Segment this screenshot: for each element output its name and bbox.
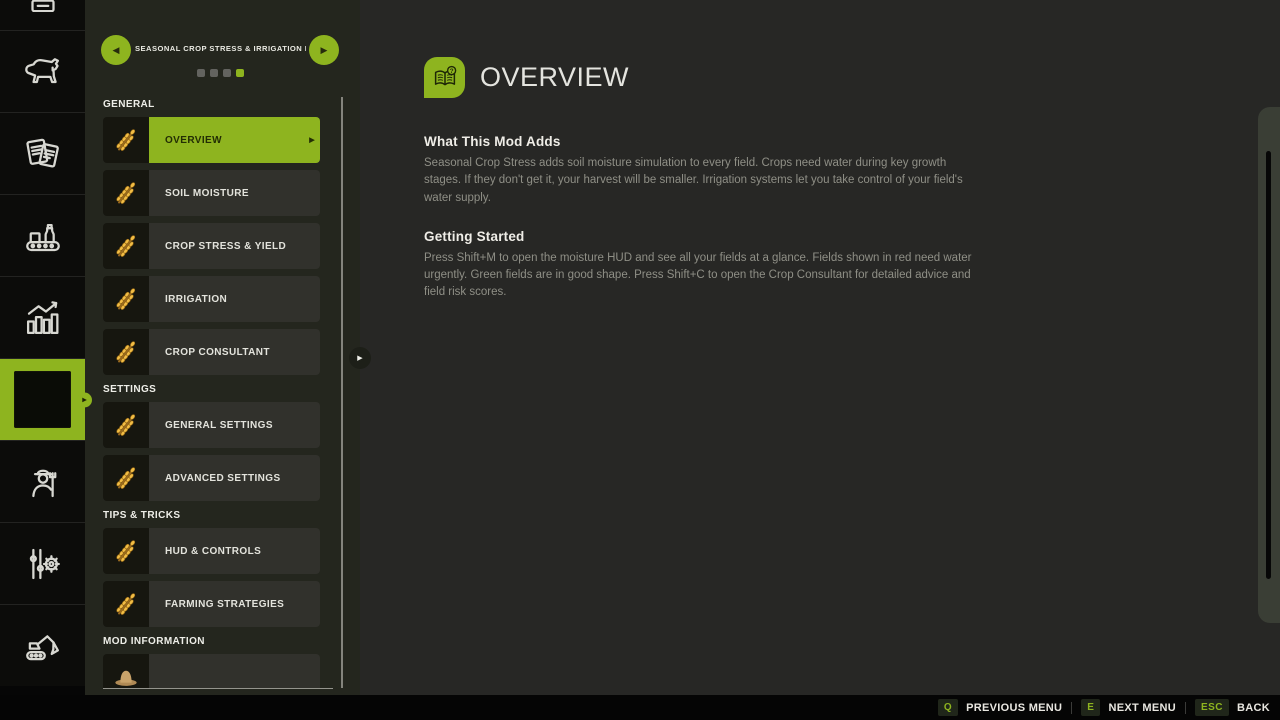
- wheat-icon: [103, 455, 149, 501]
- content-scrollbar[interactable]: [1258, 107, 1280, 623]
- key-badge: ESC: [1195, 699, 1229, 716]
- menu-section-label: SETTINGS: [103, 384, 320, 395]
- content-header: OVERVIEW: [424, 56, 989, 98]
- statistics-icon: [22, 297, 64, 339]
- menu-section-label: MOD INFORMATION: [103, 636, 320, 647]
- menu-item-crop-consultant[interactable]: CROP CONSULTANT: [103, 329, 320, 375]
- menu-item-irrigation[interactable]: IRRIGATION: [103, 276, 320, 322]
- menu-item-label: IRRIGATION: [165, 294, 227, 305]
- right-arrow-icon: ▶: [321, 45, 328, 56]
- section-body: Press Shift+M to open the moisture HUD a…: [424, 250, 982, 302]
- menu-item-soil-moisture[interactable]: SOIL MOISTURE: [103, 170, 320, 216]
- content-area: OVERVIEW What This Mod Adds Seasonal Crop…: [424, 56, 989, 302]
- wheat-icon: [103, 276, 149, 322]
- mod-menu-panel: ◀ SEASONAL CROP STRESS & IRRIGATION MA..…: [85, 0, 360, 695]
- key-badge: E: [1081, 699, 1100, 716]
- menu-item-advanced-settings[interactable]: ADVANCED SETTINGS: [103, 455, 320, 501]
- page-dot-1: [197, 69, 205, 77]
- sidebar-item-contracts[interactable]: [0, 112, 85, 194]
- sidebar-item-production[interactable]: [0, 194, 85, 276]
- menu-item-label: FARMING STRATEGIES: [165, 599, 284, 610]
- wheat-icon: [103, 329, 149, 375]
- content-section: Getting Started Press Shift+M to open the…: [424, 229, 989, 302]
- content-sections: What This Mod Adds Seasonal Crop Stress a…: [424, 134, 989, 302]
- selected-pointer-icon: ▶: [77, 392, 92, 407]
- hint-previous-menu: QPREVIOUS MENU: [938, 699, 1062, 716]
- page-dots: [85, 69, 356, 77]
- menu-item-label: OVERVIEW: [165, 135, 222, 146]
- page-dot-4: [236, 69, 244, 77]
- menu-item-mod-info[interactable]: [103, 654, 320, 688]
- production-icon: [22, 215, 64, 257]
- menu-item-farming-strategies[interactable]: FARMING STRATEGIES: [103, 581, 320, 627]
- menu-section-label: TIPS & TRICKS: [103, 510, 320, 521]
- previous-page-button[interactable]: ◀: [101, 35, 131, 65]
- menu-item-general-settings[interactable]: GENERAL SETTINGS: [103, 402, 320, 448]
- panel-expand-arrow-icon[interactable]: ▶: [349, 347, 371, 369]
- wheat-icon: [103, 117, 149, 163]
- sidebar-item-animals[interactable]: [0, 30, 85, 112]
- menu-scrollbar[interactable]: [341, 97, 343, 688]
- menu-item-label: CROP CONSULTANT: [165, 347, 270, 358]
- menu-item-crop-stress-yield[interactable]: CROP STRESS & YIELD: [103, 223, 320, 269]
- content-section: What This Mod Adds Seasonal Crop Stress a…: [424, 134, 989, 207]
- sidebar-item-career[interactable]: [0, 440, 85, 522]
- guide-book-icon: [424, 57, 465, 98]
- sidebar-item-construction[interactable]: [0, 604, 85, 686]
- app-screen: ▶ ◀ SEASONAL CROP STRESS & IRRIGATION MA…: [0, 0, 1280, 720]
- menu-item-label: GENERAL SETTINGS: [165, 420, 273, 431]
- scrollbar-track: [1266, 151, 1271, 579]
- wheat-icon: [103, 402, 149, 448]
- wheat-icon: [103, 223, 149, 269]
- sidebar-item-statistics[interactable]: [0, 276, 85, 358]
- page-dot-3: [223, 69, 231, 77]
- hint-back: ESCBACK: [1195, 699, 1270, 716]
- sidebar-item-mod-guide[interactable]: ▶: [0, 358, 85, 440]
- page-title: OVERVIEW: [480, 62, 629, 93]
- section-body: Seasonal Crop Stress adds soil moisture …: [424, 155, 982, 207]
- page-dot-2: [210, 69, 218, 77]
- key-badge: Q: [938, 699, 958, 716]
- sidebar-item-game-settings[interactable]: [0, 522, 85, 604]
- key-hint-bar: QPREVIOUS MENU ENEXT MENU ESCBACK: [0, 695, 1280, 720]
- next-page-button[interactable]: ▶: [309, 35, 339, 65]
- left-arrow-icon: ◀: [113, 45, 120, 56]
- menu-item-label: ADVANCED SETTINGS: [165, 473, 281, 484]
- wheat-icon: [103, 528, 149, 574]
- contracts-icon: [22, 133, 64, 175]
- settings-icon: [22, 543, 64, 585]
- hat-icon: [103, 654, 149, 688]
- hint-separator: [1071, 702, 1072, 714]
- menu-title: SEASONAL CROP STRESS & IRRIGATION MA...: [135, 44, 306, 53]
- vehicle-icon: [22, 0, 64, 12]
- menu-item-overview[interactable]: OVERVIEW ▶: [103, 117, 320, 163]
- menu-item-label: SOIL MOISTURE: [165, 188, 249, 199]
- animals-icon: [22, 51, 64, 93]
- menu-section-label: GENERAL: [103, 99, 320, 110]
- hint-separator: [1185, 702, 1186, 714]
- selected-item-arrow-icon: ▶: [309, 136, 315, 144]
- mod-icon: [14, 371, 71, 428]
- excavator-icon: [22, 625, 64, 667]
- sidebar-item-vehicles[interactable]: [0, 0, 85, 30]
- menu-list: GENERAL OVERVIEW ▶ SOIL MOISTURE CROP STRESS…: [103, 99, 320, 688]
- hint-next-menu: ENEXT MENU: [1081, 699, 1176, 716]
- main-nav-sidebar: ▶: [0, 0, 85, 695]
- wheat-icon: [103, 581, 149, 627]
- section-heading: Getting Started: [424, 229, 989, 244]
- menu-bottom-divider: [103, 688, 333, 689]
- menu-item-label: HUD & CONTROLS: [165, 546, 261, 557]
- wheat-icon: [103, 170, 149, 216]
- menu-item-hud-controls[interactable]: HUD & CONTROLS: [103, 528, 320, 574]
- section-heading: What This Mod Adds: [424, 134, 989, 149]
- menu-item-label: CROP STRESS & YIELD: [165, 241, 286, 252]
- farmer-icon: [22, 461, 64, 503]
